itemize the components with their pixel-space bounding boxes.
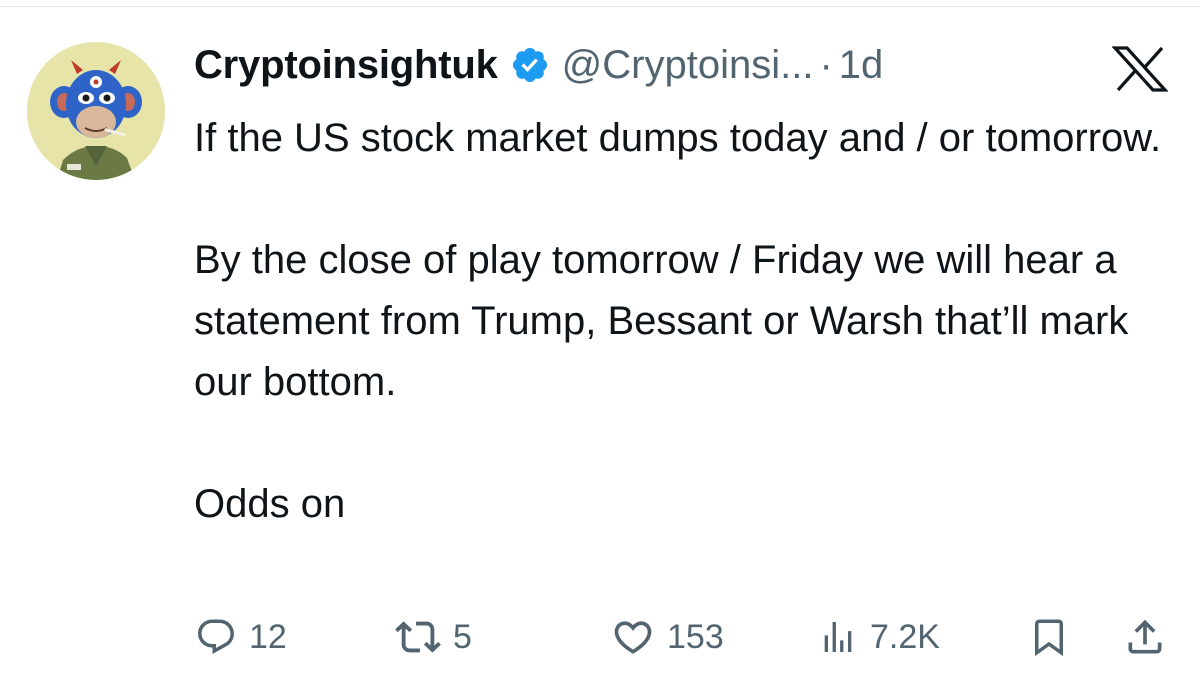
reply-count: 12 [249,617,287,656]
like-count: 153 [667,617,724,656]
share-button[interactable] [1123,612,1167,662]
ape-avatar-icon [27,42,165,180]
verified-badge-icon [512,47,547,83]
x-logo-icon [1112,46,1168,92]
tweet-paragraph-2: By the close of play tomorrow / Friday w… [194,238,1129,404]
reply-icon [198,619,234,654]
reply-button[interactable]: 12 [195,612,287,662]
post-time[interactable]: 1d [839,43,884,88]
bookmark-icon [1035,619,1063,657]
separator-dot: · [819,42,833,87]
views-chart-icon [824,622,852,652]
action-bar: 12 5 153 7.2K [0,612,1200,662]
tweet-paragraph-3: Odds on [194,482,346,526]
like-button[interactable]: 153 [611,612,724,662]
tweet-header: Cryptoinsightuk @Cryptoinsi... · 1d [194,40,883,90]
bookmark-button[interactable] [1028,612,1070,662]
author-handle[interactable]: @Cryptoinsi... [562,43,814,88]
views-button[interactable]: 7.2K [818,612,940,662]
views-count: 7.2K [870,617,940,656]
heart-icon [614,621,652,654]
avatar[interactable] [27,42,165,180]
author-name[interactable]: Cryptoinsightuk [194,43,498,88]
tweet-paragraph-1: If the US stock market dumps today and /… [194,116,1162,160]
repost-icon [395,621,441,653]
share-icon [1128,619,1162,654]
repost-button[interactable]: 5 [395,612,472,662]
tweet-text: If the US stock market dumps today and /… [194,108,1174,535]
top-divider [0,6,1200,7]
repost-count: 5 [453,617,472,656]
